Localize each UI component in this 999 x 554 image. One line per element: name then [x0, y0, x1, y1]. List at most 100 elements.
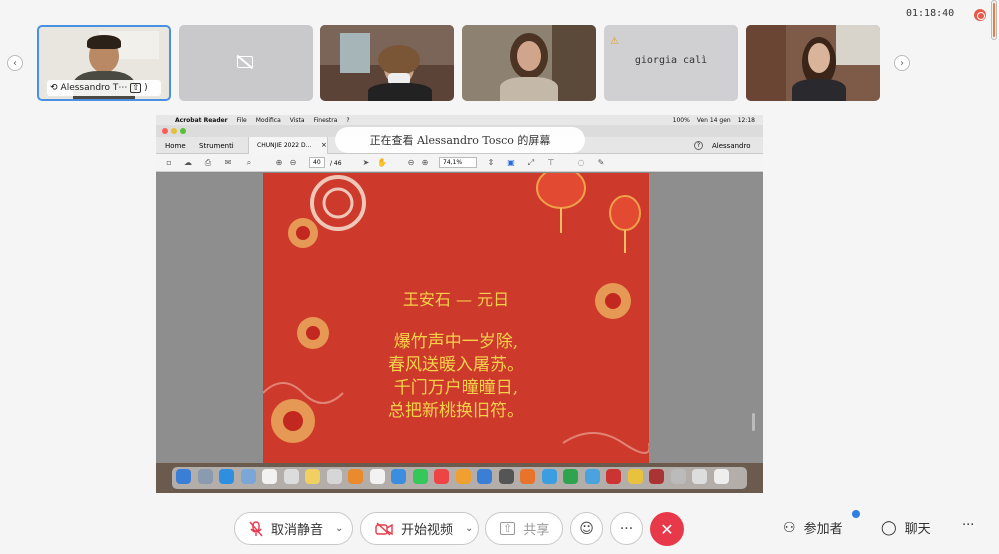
page-number-field: 40	[309, 157, 325, 168]
dock-app-icon	[326, 469, 342, 484]
status-battery: 100%	[672, 116, 690, 124]
participant-body	[500, 77, 558, 101]
participant-tile-alessandro[interactable]: ⟲ Alessandro T⋯ ⇧ )	[37, 25, 171, 101]
participant-hair	[87, 35, 121, 49]
menubar-app: Acrobat Reader	[175, 116, 228, 124]
menu-file: File	[236, 116, 247, 124]
strip-prev-button[interactable]: ‹	[7, 55, 23, 71]
bookshelf	[552, 25, 596, 101]
strip-next-button[interactable]: ›	[894, 55, 910, 71]
help-icon: ?	[694, 141, 703, 150]
unmute-button[interactable]: 取消静音 ⌄	[234, 512, 353, 545]
participants-icon: ⚇	[783, 519, 796, 536]
maximize-window-icon	[180, 128, 186, 134]
window-background	[340, 33, 370, 73]
comment-icon: ◌	[577, 158, 585, 167]
reaction-button[interactable]: ☺	[570, 512, 603, 545]
dock-app-icon	[520, 469, 535, 484]
dock-app-icon	[348, 469, 363, 484]
poem-title: 王安石 — 元日	[402, 290, 510, 309]
chat-button[interactable]: ◯ 聊天	[881, 518, 931, 538]
unmute-label: 取消静音	[271, 523, 324, 538]
dock-app-icon	[197, 469, 213, 484]
meeting-timer: 01:18:40	[906, 8, 955, 19]
window-scrollbar[interactable]	[991, 0, 997, 40]
dock-app-icon	[455, 469, 471, 484]
record-icon[interactable]	[974, 9, 986, 21]
dock-app-icon	[606, 469, 621, 484]
dock-app-icon	[477, 469, 492, 484]
share-label: 共享	[523, 523, 550, 538]
dock-app-icon	[240, 469, 256, 484]
start-video-label: 开始视频	[401, 523, 454, 538]
dock-app-icon	[391, 469, 406, 484]
participant-tile-4[interactable]	[462, 25, 596, 101]
more-button[interactable]: ···	[610, 512, 643, 545]
page-total: / 46	[330, 160, 342, 167]
minimize-window-icon	[171, 128, 177, 134]
participant-tile-6[interactable]	[746, 25, 880, 101]
participant-name-suffix: )	[144, 83, 148, 93]
viewer-scrollbar	[752, 413, 755, 431]
share-button[interactable]: ⇧ 共享	[485, 512, 563, 545]
menu-modifica: Modifica	[255, 116, 281, 124]
participant-tile-2[interactable]	[179, 25, 313, 101]
bookshelf	[746, 25, 786, 101]
share-icon: ⇧	[500, 522, 516, 535]
mac-menubar: Acrobat Reader File Modifica Vista Fines…	[156, 115, 763, 125]
audio-icon: ⟲	[50, 83, 58, 93]
poem-line: 爆竹声中一岁除,	[393, 332, 519, 352]
participants-button[interactable]: ⚇ 参加者	[783, 518, 843, 538]
participant-tile-3[interactable]	[320, 25, 454, 101]
chevron-down-icon: ⌄	[335, 523, 344, 534]
chat-label: 聊天	[904, 522, 931, 537]
chevron-right-icon: ›	[900, 57, 904, 69]
poem-line: 千门万户曈曈日,	[393, 378, 519, 398]
mic-muted-icon	[249, 520, 263, 536]
dock-app-icon	[670, 469, 686, 484]
upload-icon: ☁	[184, 158, 192, 167]
shared-screen[interactable]: Acrobat Reader File Modifica Vista Fines…	[156, 115, 763, 493]
settings-more-button[interactable]: ···	[962, 518, 974, 533]
chevron-left-icon: ‹	[13, 57, 17, 69]
close-icon: ✕	[660, 519, 674, 539]
notification-dot	[852, 510, 860, 518]
participant-name: Alessandro T⋯	[60, 83, 128, 93]
participant-hair	[378, 45, 420, 75]
cursor-icon: ➤	[362, 158, 370, 167]
participant-body	[792, 79, 846, 101]
dock-app-icon	[176, 469, 191, 484]
video-off-icon	[375, 521, 393, 536]
menu-finestra: Finestra	[313, 116, 338, 124]
pen-icon: ✎	[597, 158, 605, 167]
mac-dock	[156, 463, 763, 493]
warning-icon: ⚠	[610, 36, 619, 47]
close-window-icon	[162, 128, 168, 134]
page-view-icon: ▣	[507, 158, 515, 167]
menu-vista: Vista	[289, 116, 305, 124]
dock-app-icon	[692, 469, 707, 484]
dock-app-icon	[563, 469, 578, 484]
acrobat-toolbar: ▫ ☁ ⎙ ✉ ⌕ ⊕ ⊖ 40 / 46 ➤ ✋ ⊖ ⊕ 74,1% ⇕ ▣ …	[156, 154, 763, 172]
save-icon: ▫	[166, 158, 172, 167]
dock-app-icon	[219, 469, 234, 484]
dock-app-icon	[541, 469, 557, 484]
menu-help: ?	[346, 116, 350, 124]
dock-app-icon	[713, 469, 729, 484]
participants-label: 参加者	[803, 522, 843, 537]
dock-app-icon	[262, 469, 277, 484]
dock-app-icon	[434, 469, 449, 484]
document-viewer[interactable]: 王安石 — 元日 爆竹声中一岁除, 春风送暖入屠苏。 千门万户曈曈日, 总把新桃…	[156, 173, 763, 463]
end-call-button[interactable]: ✕	[650, 512, 684, 546]
chevron-down-icon: ⌄	[465, 523, 474, 534]
participant-tile-giorgia[interactable]: ⚠ giorgia calì	[604, 25, 738, 101]
start-video-button[interactable]: 开始视频 ⌄	[360, 512, 479, 545]
participant-name-tag: ⟲ Alessandro T⋯ ⇧ )	[47, 80, 161, 96]
hand-icon: ✋	[377, 158, 387, 167]
status-time: 12:18	[737, 116, 755, 124]
poem-line: 春风送暖入屠苏。	[388, 355, 524, 375]
dock-app-icon	[649, 469, 664, 484]
participant-face	[808, 43, 830, 73]
dock-app-icon	[369, 469, 385, 484]
page-down-icon: ⊖	[289, 158, 297, 167]
